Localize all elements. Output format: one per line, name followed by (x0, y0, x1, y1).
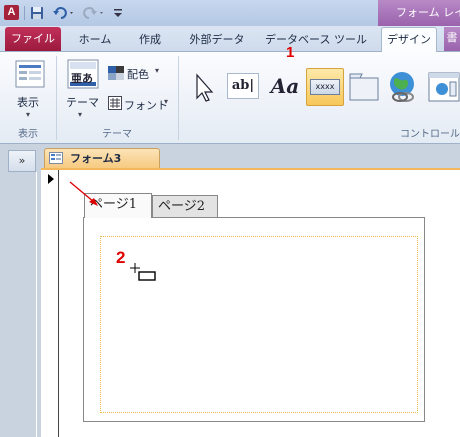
view-dropdown-icon[interactable]: ▾ (26, 110, 30, 119)
nav-pane-toggle-button[interactable]: » (8, 150, 36, 172)
fonts-icon[interactable] (108, 96, 122, 110)
tab-arrange[interactable]: 書 (444, 27, 460, 51)
fonts-button-label[interactable]: フォント (124, 97, 168, 113)
separator (24, 6, 25, 20)
view-button-label[interactable]: 表示 (17, 94, 39, 110)
document-tab-label: フォーム3 (70, 152, 122, 165)
theme-dropdown-icon[interactable]: ▾ (78, 110, 82, 119)
crosshair-cursor-icon (129, 263, 157, 283)
red-arrow-icon (68, 180, 102, 210)
separator (56, 56, 57, 140)
view-icon[interactable] (15, 60, 45, 88)
customize-qat-icon[interactable] (112, 6, 124, 20)
hyperlink-globe-icon[interactable] (386, 70, 420, 104)
tab-page2[interactable]: ページ2 (152, 195, 218, 217)
navigation-pane (0, 144, 41, 437)
tab-design[interactable]: デザイン (381, 27, 437, 53)
contextual-tab-title: フォーム レイ (378, 0, 460, 26)
button-control-icon[interactable]: xxxx (310, 79, 340, 95)
fonts-dropdown-icon[interactable]: ▾ (164, 97, 168, 106)
view-group-label: 表示 (18, 129, 38, 140)
textbox-control-icon[interactable]: ab| (227, 73, 259, 99)
current-record-arrow-icon (47, 174, 55, 184)
redo-icon[interactable] (82, 6, 106, 20)
tab-create[interactable]: 作成 (128, 29, 172, 51)
form-icon (49, 152, 63, 164)
controls-group-label: コントロール (400, 129, 460, 140)
label-control-icon[interactable]: Aa (268, 72, 302, 100)
colors-button-label[interactable]: 配色 (127, 66, 149, 82)
colors-dropdown-icon[interactable]: ▾ (155, 66, 159, 75)
tab-database-tools[interactable]: データベース ツール (260, 29, 372, 51)
tab-control-icon[interactable] (348, 72, 380, 102)
undo-icon[interactable] (52, 6, 76, 20)
tab-file[interactable]: ファイル (5, 27, 61, 51)
annotation-number-1: 1 (286, 44, 295, 61)
nav-pane-border (36, 172, 37, 437)
tab-home[interactable]: ホーム (70, 29, 120, 51)
web-browser-control-icon[interactable] (428, 72, 460, 102)
separator (178, 56, 179, 140)
theme-icon-text: 亜あ (71, 72, 93, 85)
annotation-number-2: 2 (116, 248, 126, 267)
record-selector-column (41, 170, 59, 437)
theme-group-label: テーマ (102, 129, 132, 140)
colors-icon[interactable] (108, 66, 124, 80)
access-app-icon[interactable]: A (4, 5, 19, 20)
theme-button-label[interactable]: テーマ (66, 94, 99, 110)
save-icon[interactable] (30, 6, 44, 20)
tab-external-data[interactable]: 外部データ (182, 29, 252, 51)
select-pointer-icon[interactable] (187, 70, 223, 106)
